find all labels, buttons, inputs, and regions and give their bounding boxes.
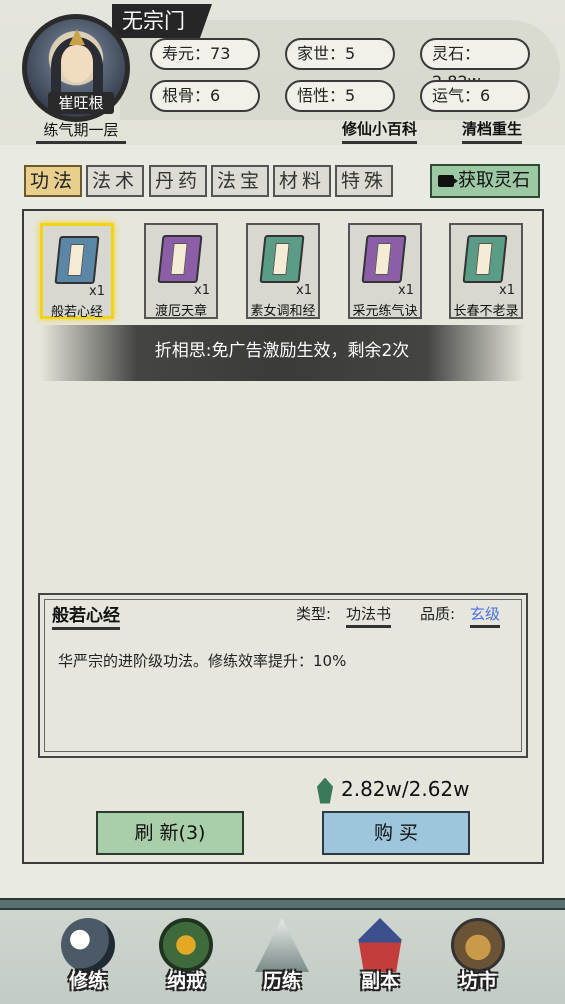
taiji-icon [61,918,115,972]
item-qty: x1 [296,283,312,298]
nav-adventure[interactable]: 历练 [242,918,322,1000]
detail-quality-label: 品质: [420,605,456,623]
refresh-button[interactable]: 刷 新(3) [96,811,244,855]
stat-bone: 根骨：6 [150,80,260,112]
item-name: 渡厄天章 [154,304,207,319]
buy-button[interactable]: 购 买 [322,811,470,855]
item-qty: x1 [89,284,105,299]
get-spirit-stones-button[interactable]: 获取灵石 [430,164,540,198]
reset-link[interactable]: 清档重生 [462,118,523,144]
shop-item[interactable]: x1 渡厄天章 [144,223,218,319]
portrait-face [61,45,93,83]
stat-label: 悟性： [297,86,346,105]
sect-label: 无宗门 [112,4,212,38]
book-icon [361,235,407,283]
price-display: 2.82w/2.62w [317,777,470,804]
shop-item[interactable]: x1 长春不老录 [449,223,523,319]
stat-label: 灵石： [432,44,481,63]
stat-spirit-stones: 灵石：2.82w [420,38,530,91]
tab-pills[interactable]: 丹药 [149,165,207,197]
item-name: 长春不老录 [453,304,519,319]
scroll-divider [0,898,565,910]
shop-item[interactable]: x1 采元练气诀 [348,223,422,319]
nav-market[interactable]: 坊市 [438,918,518,1000]
nav-dungeon[interactable]: 副本 [340,918,420,1000]
encyclopedia-link[interactable]: 修仙小百科 [342,118,418,144]
book-icon [54,236,100,284]
price-value: 2.82w/2.62w [341,777,470,801]
shop-item[interactable]: x1 般若心经 [40,223,114,320]
nav-label: 副本 [360,970,399,992]
stat-value: 6 [480,86,491,105]
cauldron-icon [451,918,505,972]
tab-artifacts[interactable]: 法宝 [211,165,269,197]
cultivation-realm: 练气期一层 [36,119,126,144]
nav-ring[interactable]: 纳戒 [146,918,226,1000]
book-icon [157,235,203,283]
stat-luck: 运气：6 [420,80,530,112]
spirit-stone-icon [317,777,333,804]
stat-lifespan: 寿元：73 [150,38,260,70]
tab-materials[interactable]: 材料 [273,165,331,197]
item-qty: x1 [194,283,210,298]
nav-label: 坊市 [458,970,497,992]
tab-techniques[interactable]: 功法 [24,165,82,197]
stat-label: 根骨： [162,86,211,105]
nav-label: 修练 [68,970,107,992]
stat-value: 6 [210,86,221,105]
tab-special[interactable]: 特殊 [335,165,393,197]
stat-label: 运气： [432,86,481,105]
nav-label: 历练 [262,970,301,992]
character-name: 崔旺根 [48,92,114,114]
stat-label: 寿元： [162,44,211,63]
stat-value: 5 [345,86,356,105]
stat-value: 73 [210,44,231,63]
detail-type-value: 功法书 [346,603,392,628]
get-spirit-stones-label: 获取灵石 [458,170,530,191]
detail-title: 般若心经 [52,601,120,630]
stat-label: 家世： [297,44,346,63]
book-icon [259,235,305,283]
tab-spells[interactable]: 法术 [86,165,144,197]
book-icon [462,235,508,283]
item-name: 采元练气诀 [352,304,418,319]
video-icon [438,175,458,187]
stat-comprehension: 悟性：5 [285,80,395,112]
detail-type-label: 类型: [296,605,332,623]
ring-icon [159,918,213,972]
item-name: 般若心经 [50,305,103,320]
detail-quality-value: 玄级 [470,603,501,628]
pagoda-icon [358,918,402,972]
stat-family: 家世：5 [285,38,395,70]
ad-bonus-notice: 折相思:免广告激励生效，剩余2次 [40,325,524,381]
mountain-icon [255,918,309,972]
nav-cultivate[interactable]: 修练 [48,918,128,1000]
item-qty: x1 [499,283,515,298]
nav-label: 纳戒 [166,970,205,992]
detail-description: 华严宗的进阶级功法。修练效率提升：10% [58,652,347,670]
shop-item[interactable]: x1 素女调和经 [246,223,320,319]
item-qty: x1 [398,283,414,298]
stat-value: 5 [345,44,356,63]
item-name: 素女调和经 [250,304,316,319]
